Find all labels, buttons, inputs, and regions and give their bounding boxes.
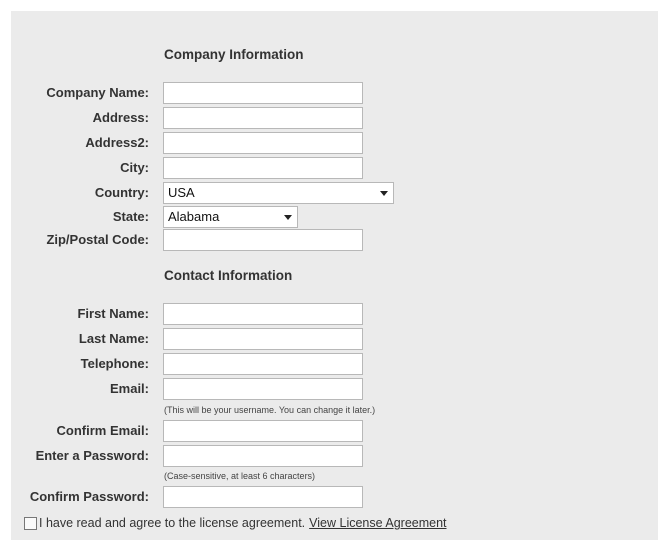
email-input[interactable] xyxy=(163,378,363,400)
address-input[interactable] xyxy=(163,107,363,129)
agreement-checkbox[interactable] xyxy=(24,516,37,530)
address2-label: Address2: xyxy=(85,135,149,150)
agreement-row: I have read and agree to the license agr… xyxy=(24,516,447,530)
confirm-password-row: Confirm Password: xyxy=(11,486,658,508)
zip-row: Zip/Postal Code: xyxy=(11,229,658,251)
country-select[interactable]: USA xyxy=(163,182,394,204)
city-label: City: xyxy=(120,160,149,175)
confirm-email-label: Confirm Email: xyxy=(56,423,149,438)
address2-input[interactable] xyxy=(163,132,363,154)
first-name-input[interactable] xyxy=(163,303,363,325)
email-row: Email: xyxy=(11,378,658,400)
registration-panel: Company Information Company Name: Addres… xyxy=(11,11,658,540)
country-label: Country: xyxy=(94,185,149,200)
password-label: Enter a Password: xyxy=(35,448,149,463)
company-name-row: Company Name: xyxy=(11,82,658,104)
password-input[interactable] xyxy=(163,445,363,467)
first-name-row: First Name: xyxy=(11,303,658,325)
city-input[interactable] xyxy=(163,157,363,179)
password-row: Enter a Password: xyxy=(11,445,658,467)
last-name-input[interactable] xyxy=(163,328,363,350)
city-row: City: xyxy=(11,157,658,179)
telephone-input[interactable] xyxy=(163,353,363,375)
address-label: Address: xyxy=(92,110,149,125)
telephone-row: Telephone: xyxy=(11,353,658,375)
confirm-email-row: Confirm Email: xyxy=(11,420,658,442)
chevron-down-icon xyxy=(284,215,292,220)
chevron-down-icon xyxy=(380,191,388,196)
confirm-password-input[interactable] xyxy=(163,486,363,508)
contact-section-title: Contact Information xyxy=(164,268,293,283)
confirm-email-input[interactable] xyxy=(163,420,363,442)
address-row: Address: xyxy=(11,107,658,129)
agreement-text: I have read and agree to the license agr… xyxy=(39,516,306,530)
state-label: State: xyxy=(112,209,149,224)
address2-row: Address2: xyxy=(11,132,658,154)
telephone-label: Telephone: xyxy=(80,356,149,371)
last-name-label: Last Name: xyxy=(78,331,149,346)
zip-label: Zip/Postal Code: xyxy=(46,232,149,247)
company-name-input[interactable] xyxy=(163,82,363,104)
country-selected-value: USA xyxy=(168,185,195,200)
zip-input[interactable] xyxy=(163,229,363,251)
state-select[interactable]: Alabama xyxy=(163,206,298,228)
confirm-password-label: Confirm Password: xyxy=(29,489,149,504)
email-hint: (This will be your username. You can cha… xyxy=(164,405,376,415)
email-label: Email: xyxy=(109,381,149,396)
password-hint: (Case-sensitive, at least 6 characters) xyxy=(164,471,316,481)
state-row: State: Alabama xyxy=(11,206,658,228)
company-name-label: Company Name: xyxy=(46,85,149,100)
company-section-title: Company Information xyxy=(164,47,304,62)
state-selected-value: Alabama xyxy=(168,209,220,224)
first-name-label: First Name: xyxy=(77,306,149,321)
last-name-row: Last Name: xyxy=(11,328,658,350)
country-row: Country: USA xyxy=(11,182,658,204)
view-license-link[interactable]: View License Agreement xyxy=(309,516,446,530)
